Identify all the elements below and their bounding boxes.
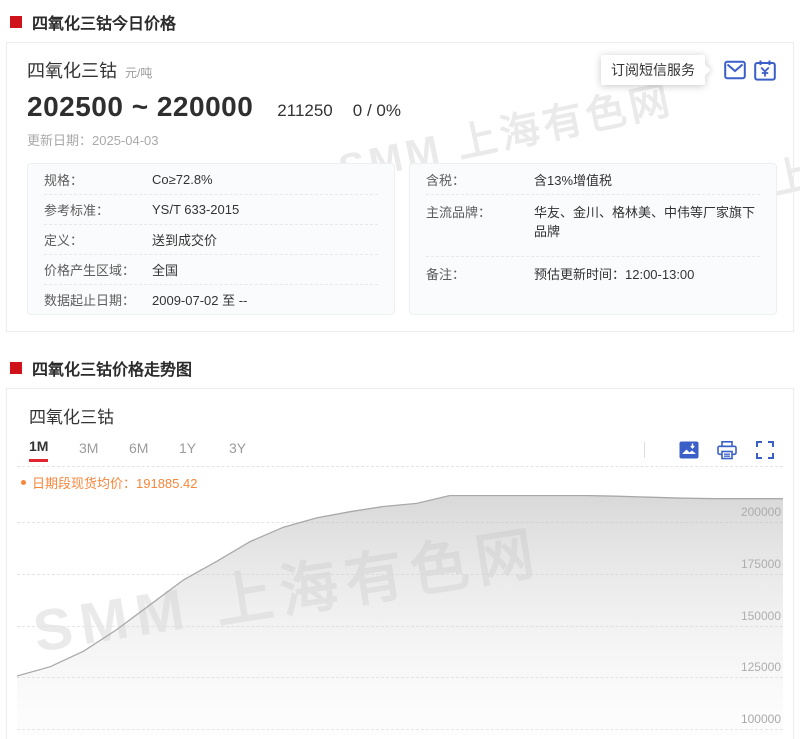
price-card: 四氧化三钴 元/吨 订阅短信服务 202500 ~ 220000 — [6, 42, 794, 332]
spec-value: 含13%增值税 — [534, 170, 612, 189]
printer-icon — [717, 441, 737, 460]
update-date-value: 2025-04-03 — [92, 133, 159, 148]
spec-value: 2009-07-02 至 -- — [152, 290, 247, 309]
spec-row-main-brands: 主流品牌： 华友、金川、格林美、中伟等厂家旗下品牌 — [426, 194, 760, 256]
spec-label: 定义： — [44, 230, 152, 249]
mail-subscribe-button[interactable] — [723, 58, 747, 82]
red-square-bullet-icon — [10, 16, 22, 28]
spec-label: 数据起止日期： — [44, 290, 152, 309]
legend-label: 日期段现货均价： — [32, 476, 136, 491]
spec-value: 华友、金川、格林美、中伟等厂家旗下品牌 — [534, 202, 760, 240]
tab-label: 1M — [29, 438, 48, 462]
spec-row-remark: 备注： 预估更新时间：12:00-13:00 — [426, 256, 760, 311]
tab-label: 3M — [79, 440, 98, 461]
chart-toolbar — [663, 438, 777, 462]
spec-row-definition: 定义： 送到成交价 — [44, 224, 378, 254]
yuan-calendar-icon — [754, 60, 776, 81]
spec-label: 备注： — [426, 264, 534, 283]
tab-1y[interactable]: 1Y — [179, 440, 229, 461]
spec-row-price-region: 价格产生区域： 全国 — [44, 254, 378, 284]
tab-6m[interactable]: 6M — [129, 440, 179, 461]
spec-row-data-range: 数据起止日期： 2009-07-02 至 -- — [44, 284, 378, 314]
price-subscribe-button[interactable] — [753, 58, 777, 82]
spec-label: 参考标准： — [44, 200, 152, 219]
tab-label: 1Y — [179, 440, 196, 461]
section-title: 四氧化三钴今日价格 — [32, 10, 176, 34]
spec-value: Co≥72.8% — [152, 172, 213, 187]
save-image-icon — [679, 441, 699, 459]
toolbar-divider — [644, 442, 645, 458]
spec-value: 送到成交价 — [152, 230, 217, 249]
spec-row-reference-standard: 参考标准： YS/T 633-2015 — [44, 194, 378, 224]
sms-subscribe-tooltip-label: 订阅短信服务 — [611, 62, 695, 78]
chart-plot-area[interactable]: 200000 175000 150000 125000 100000 — [17, 495, 783, 735]
tab-label: 6M — [129, 440, 148, 461]
trend-chart-card: 四氧化三钴 1M 3M 6M 1Y 3Y — [6, 388, 794, 739]
price-range: 202500 ~ 220000 — [27, 91, 253, 123]
price-change: 0 / 0% — [353, 101, 401, 121]
period-tabs: 1M 3M 6M 1Y 3Y — [29, 438, 777, 462]
spec-value: 预估更新时间：12:00-13:00 — [534, 264, 694, 283]
fullscreen-button[interactable] — [753, 438, 777, 462]
spec-table-left: 规格： Co≥72.8% 参考标准： YS/T 633-2015 定义： 送到成… — [27, 163, 395, 315]
tab-3y[interactable]: 3Y — [229, 440, 279, 461]
legend-dot-icon — [21, 480, 26, 485]
price-low: 202500 — [27, 91, 123, 122]
spec-label: 规格： — [44, 170, 152, 189]
tab-label: 3Y — [229, 440, 246, 461]
sms-subscribe-tooltip: 订阅短信服务 — [601, 55, 705, 85]
spec-value: 全国 — [152, 260, 178, 279]
tooltip-arrow — [699, 64, 710, 75]
trend-chart-section-header: 四氧化三钴价格走势图 — [10, 356, 800, 380]
spec-row-tax: 含税： 含13%增值税 — [426, 164, 760, 194]
update-date-label: 更新日期： — [27, 133, 92, 148]
area-fill — [17, 496, 783, 736]
print-button[interactable] — [715, 438, 739, 462]
price-unit: 元/吨 — [125, 64, 152, 81]
legend-item-spot-average[interactable]: 日期段现货均价：191885.42 — [17, 467, 783, 493]
legend-text: 日期段现货均价：191885.42 — [32, 473, 197, 492]
legend-value: 191885.42 — [136, 476, 197, 491]
price-average: 211250 — [277, 101, 332, 121]
price-area-chart — [17, 495, 783, 735]
spec-table-right: 含税： 含13%增值税 主流品牌： 华友、金川、格林美、中伟等厂家旗下品牌 备注… — [409, 163, 777, 315]
red-square-bullet-icon — [10, 362, 22, 374]
update-date-row: 更新日期：2025-04-03 — [27, 130, 777, 149]
price-high: 220000 — [157, 91, 253, 122]
fullscreen-icon — [756, 441, 774, 459]
spec-label: 含税： — [426, 170, 534, 189]
spec-value: YS/T 633-2015 — [152, 202, 239, 217]
spec-row-specification: 规格： Co≥72.8% — [44, 164, 378, 194]
spec-label: 价格产生区域： — [44, 260, 152, 279]
price-separator: ~ — [132, 91, 149, 122]
chart-title: 四氧化三钴 — [29, 403, 783, 428]
mail-envelope-icon — [724, 60, 746, 80]
save-image-button[interactable] — [677, 438, 701, 462]
today-price-section-header: 四氧化三钴今日价格 — [10, 10, 800, 34]
spec-label: 主流品牌： — [426, 202, 534, 221]
tab-3m[interactable]: 3M — [79, 440, 129, 461]
tab-1m[interactable]: 1M — [29, 438, 79, 462]
section-title: 四氧化三钴价格走势图 — [32, 356, 192, 380]
subscribe-tools: 订阅短信服务 — [601, 55, 777, 85]
product-name: 四氧化三钴 — [27, 57, 117, 83]
